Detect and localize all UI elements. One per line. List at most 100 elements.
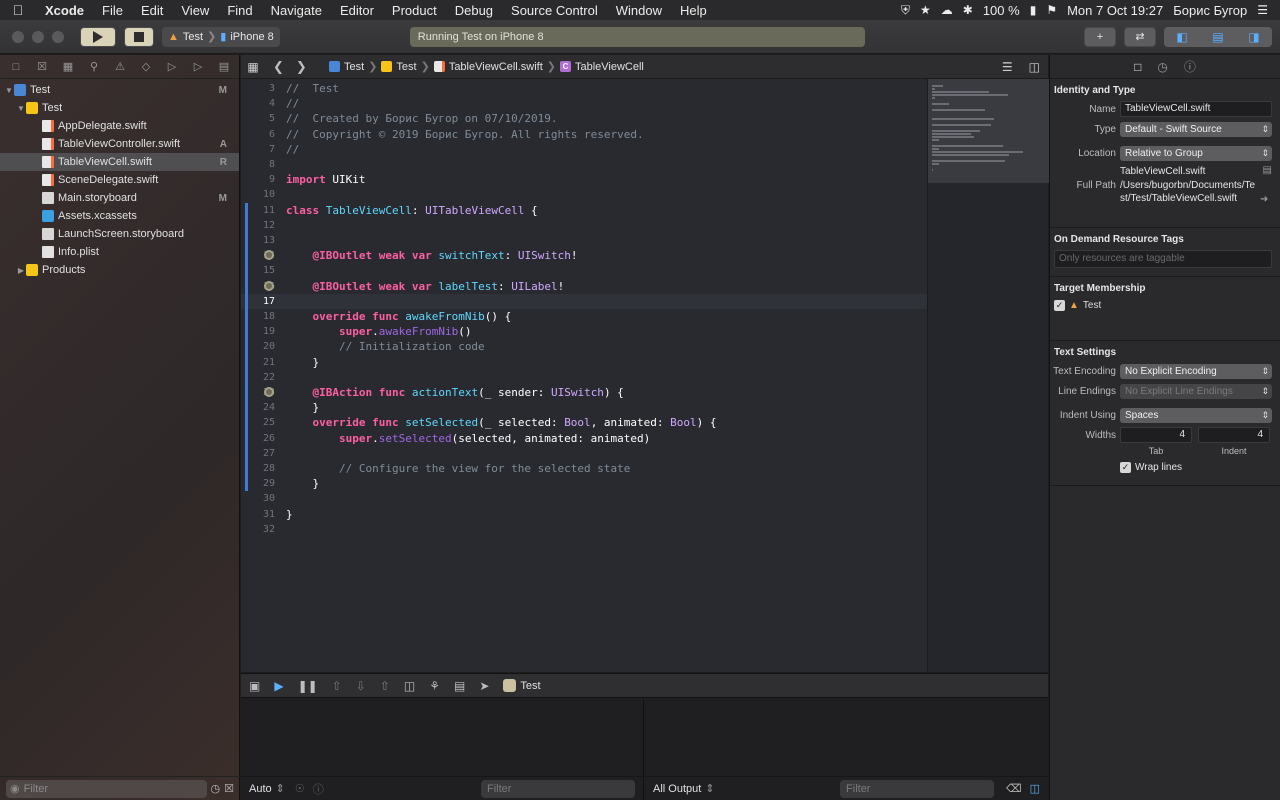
tree-item-file[interactable]: Assets.xcassets [0, 207, 239, 225]
symbol-icon[interactable]: ▦ [58, 60, 78, 73]
split-console-icon[interactable]: ◫ [1030, 782, 1040, 795]
tree-item-file-selected[interactable]: TableViewCell.swift R [0, 153, 239, 171]
output-selector[interactable]: All Output [653, 783, 701, 795]
indent-using-popup[interactable]: Spaces [1120, 407, 1272, 423]
environment-overrides-icon[interactable]: ▤ [454, 679, 465, 693]
menu-app-name[interactable]: Xcode [36, 3, 93, 18]
variables-filter-input[interactable]: Filter [481, 779, 635, 798]
code-line[interactable]: 14 @IBOutlet weak var switchText: UISwit… [241, 248, 927, 263]
code-line[interactable]: 11 class TableViewCell: UITableViewCell { [241, 203, 927, 218]
menu-find[interactable]: Find [218, 3, 261, 18]
console-view[interactable]: All Output ⇕ Filter ⌫ ◫ [645, 699, 1048, 800]
scheme-selector[interactable]: ▲ Test ❯ ▮ iPhone 8 [162, 26, 280, 47]
variables-view[interactable]: Auto ⇕ ☉ ⓘ Filter [241, 699, 644, 800]
breadcrumb-group[interactable]: Test [381, 61, 417, 73]
stop-button[interactable] [124, 26, 154, 47]
toggle-debug-area-icon[interactable]: ▤ [1200, 27, 1236, 47]
line-number[interactable]: 6 [241, 127, 275, 142]
zoom-window-button[interactable] [52, 30, 64, 43]
eye-icon[interactable]: ☉ [295, 782, 305, 795]
file-inspector-icon[interactable]: □ [1134, 60, 1141, 74]
list-icon[interactable]: ☰ [1257, 3, 1268, 17]
disclosure-open-icon[interactable]: ▼ [4, 86, 14, 95]
line-number[interactable]: 32 [241, 522, 275, 537]
recent-files-icon[interactable]: ◷ [211, 782, 221, 795]
code-line[interactable]: 26 super.setSelected(selected, animated:… [241, 431, 927, 446]
code-line[interactable]: 7 // [241, 142, 927, 157]
breadcrumb-symbol[interactable]: C TableViewCell [559, 61, 644, 73]
back-arrow-icon[interactable]: ❮ [273, 59, 284, 75]
code-line[interactable]: 9 import UIKit [241, 172, 927, 187]
battery-percent[interactable]: 100 % [983, 3, 1020, 18]
toggle-navigator-icon[interactable]: ◧ [1164, 27, 1200, 47]
breakpoints-toggle-icon[interactable]: ▶ [274, 679, 283, 693]
split-editor-icon[interactable]: ◫ [1029, 60, 1040, 74]
folder-icon[interactable]: □ [6, 61, 26, 73]
folder-icon[interactable]: ▤ [1263, 165, 1272, 178]
run-button[interactable] [80, 26, 116, 47]
code-line[interactable]: 25 override func setSelected(_ selected:… [241, 415, 927, 430]
code-line[interactable]: 8 [241, 157, 927, 172]
code-line[interactable]: 6 // Copyright © 2019 Борис Бугор. All ri… [241, 127, 927, 142]
code-line[interactable]: 30 [241, 491, 927, 506]
line-number[interactable]: 8 [241, 157, 275, 172]
location-popup[interactable]: Relative to Group [1120, 145, 1272, 161]
step-into-icon[interactable]: ⇩ [356, 679, 366, 693]
user-name[interactable]: Борис Бугор [1173, 3, 1247, 18]
view-hierarchy-icon[interactable]: ◫ [404, 679, 415, 693]
wrap-lines-checkbox[interactable]: ✓ [1120, 461, 1131, 473]
minimap[interactable] [927, 79, 1049, 672]
menu-help[interactable]: Help [671, 3, 716, 18]
menu-file[interactable]: File [93, 3, 132, 18]
code-line[interactable]: 27 [241, 446, 927, 461]
menu-view[interactable]: View [172, 3, 218, 18]
tree-item-file[interactable]: AppDelegate.swift [0, 117, 239, 135]
line-number[interactable]: 31 [241, 507, 275, 522]
code-line[interactable]: 10 [241, 187, 927, 202]
breadcrumb-file[interactable]: TableViewCell.swift [433, 61, 543, 73]
history-inspector-icon[interactable]: ◷ [1157, 60, 1167, 74]
line-number[interactable]: 3 [241, 81, 275, 96]
code-review-button[interactable]: ⇄ [1124, 26, 1156, 47]
tree-item-file[interactable]: Main.storyboard M [0, 189, 239, 207]
odr-tags-field[interactable]: Only resources are taggable [1054, 250, 1272, 268]
code-area[interactable]: 3 // Test 4 // 5 // Created by Борис Бугор on… [241, 79, 927, 672]
disclosure-closed-icon[interactable]: ▶ [16, 266, 26, 275]
debug-target[interactable]: Test [503, 679, 541, 692]
step-over-icon[interactable]: ⇧ [332, 679, 342, 693]
editor-options-icon[interactable]: ☰ [1002, 60, 1013, 74]
menu-product[interactable]: Product [383, 3, 446, 18]
code-line[interactable]: 4 // [241, 96, 927, 111]
code-line[interactable]: 17 [241, 293, 927, 309]
apple-icon[interactable]:  [0, 2, 36, 18]
warning-icon[interactable]: ⚠ [110, 60, 130, 73]
tree-item-file[interactable]: SceneDelegate.swift [0, 171, 239, 189]
clock[interactable]: Mon 7 Oct 19:27 [1067, 3, 1163, 18]
tree-item-group[interactable]: ▼ Test [0, 99, 239, 117]
reveal-arrow-icon[interactable]: ➜ [1260, 194, 1268, 205]
code-line[interactable]: 24 } [241, 400, 927, 415]
scm-filter-icon[interactable]: ☒ [224, 782, 234, 795]
menu-window[interactable]: Window [607, 3, 671, 18]
line-number[interactable]: 4 [241, 96, 275, 111]
navigator-filter-input[interactable]: ◉ Filter [6, 779, 207, 798]
code-line[interactable]: 28 // Configure the view for the selecte… [241, 461, 927, 476]
menu-debug[interactable]: Debug [446, 3, 502, 18]
tree-item-file[interactable]: TableViewController.swift A [0, 135, 239, 153]
code-line[interactable]: 3 // Test [241, 81, 927, 96]
line-number[interactable]: 30 [241, 491, 275, 506]
cloud-icon[interactable]: ☁ [941, 3, 953, 17]
code-line[interactable]: 13 [241, 233, 927, 248]
toggle-inspector-icon[interactable]: ◨ [1236, 27, 1272, 47]
code-line[interactable]: 23 @IBAction func actionText(_ sender: U… [241, 385, 927, 400]
trash-icon[interactable]: ⌫ [1006, 782, 1022, 795]
code-line[interactable]: 29 } [241, 476, 927, 491]
line-number[interactable]: 5 [241, 111, 275, 126]
code-line[interactable]: 21 } [241, 355, 927, 370]
shield-icon[interactable]: ⛨ [901, 3, 910, 18]
diamond-icon[interactable]: ◇ [136, 60, 156, 73]
code-line[interactable]: 32 [241, 522, 927, 537]
step-out-icon[interactable]: ⇧ [380, 679, 390, 693]
tag-icon[interactable]: ▷ [188, 60, 208, 73]
scope-selector[interactable]: Auto [249, 783, 272, 795]
